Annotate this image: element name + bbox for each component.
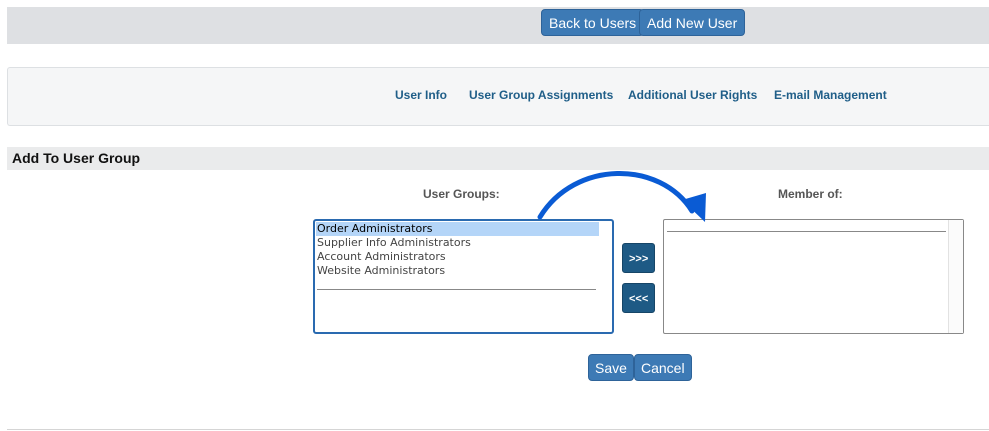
tab-user-info[interactable]: User Info — [395, 88, 447, 102]
save-button[interactable]: Save — [588, 354, 634, 381]
page: Back to Users Add New User User Info Use… — [0, 0, 989, 431]
member-of-listbox[interactable] — [663, 219, 964, 334]
section-header: Add To User Group — [7, 147, 989, 170]
user-tabs-nav: User Info User Group Assignments Additio… — [7, 67, 989, 126]
member-of-scrollbar[interactable] — [948, 220, 963, 333]
curved-arrow-icon — [537, 171, 706, 222]
top-toolbar: Back to Users Add New User — [7, 7, 989, 44]
add-new-user-button[interactable]: Add New User — [639, 9, 746, 36]
tab-user-group-assignments[interactable]: User Group Assignments — [469, 88, 613, 102]
user-group-option-order-administrators[interactable]: Order Administrators — [316, 222, 599, 236]
user-groups-listbox[interactable]: Order Administrators Supplier Info Admin… — [313, 219, 614, 334]
user-group-option-website-administrators[interactable]: Website Administrators — [316, 264, 445, 278]
list-separator — [667, 231, 946, 232]
user-group-option-supplier-info-administrators[interactable]: Supplier Info Administrators — [316, 236, 471, 250]
section-title: Add To User Group — [12, 150, 141, 166]
bottom-divider — [7, 429, 989, 430]
tab-email-management[interactable]: E-mail Management — [774, 88, 887, 102]
tab-additional-user-rights[interactable]: Additional User Rights — [628, 88, 757, 102]
member-of-label: Member of: — [778, 187, 843, 201]
back-to-users-button[interactable]: Back to Users — [541, 9, 645, 36]
user-groups-label: User Groups: — [423, 187, 500, 201]
remove-from-group-button[interactable]: <<< — [622, 283, 655, 313]
cancel-button[interactable]: Cancel — [634, 354, 692, 381]
user-group-option-account-administrators[interactable]: Account Administrators — [316, 250, 446, 264]
list-separator — [317, 289, 596, 290]
add-to-group-button[interactable]: >>> — [622, 243, 655, 273]
